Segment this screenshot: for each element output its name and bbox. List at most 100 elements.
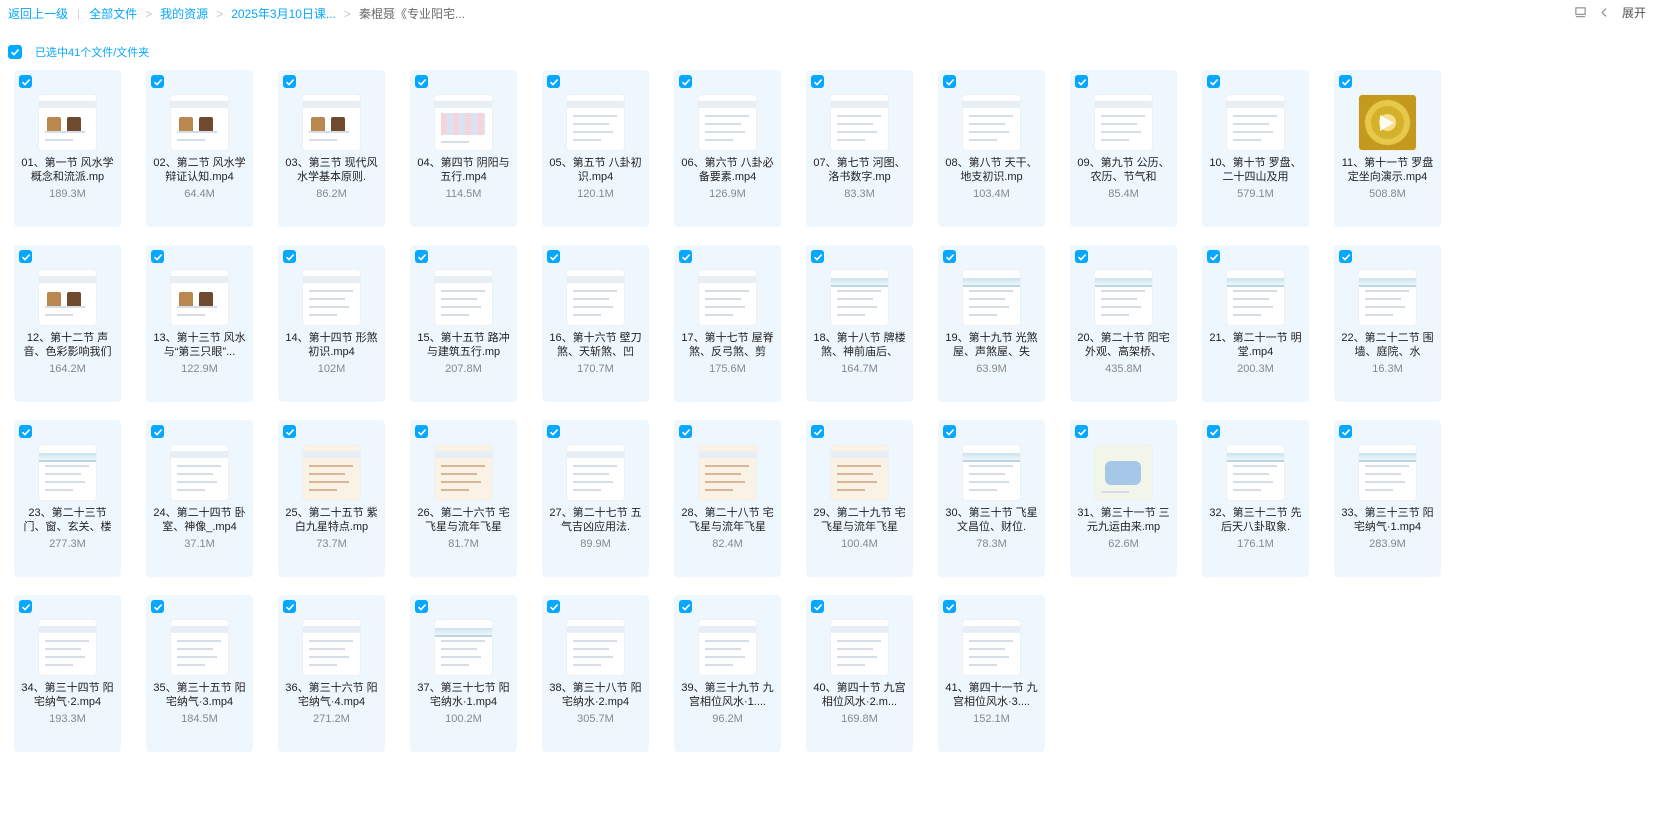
file-card[interactable]: 37、第三十七节 阳宅纳水·1.mp4 100.2M (410, 595, 517, 752)
file-card[interactable]: 31、第三十一节 三元九运由来.mp 62.6M (1070, 420, 1177, 577)
video-thumbnail (1359, 270, 1416, 325)
file-card[interactable]: 09、第九节 公历、农历、节气和 85.4M (1070, 70, 1177, 227)
file-card[interactable]: 32、第三十二节 先后天八卦取象. 176.1M (1202, 420, 1309, 577)
file-card[interactable]: 29、第二十九节 宅飞星与流年飞星 100.4M (806, 420, 913, 577)
file-checkbox[interactable] (811, 75, 824, 88)
file-checkbox[interactable] (547, 75, 560, 88)
file-size: 86.2M (316, 188, 347, 200)
video-thumbnail (963, 620, 1020, 675)
file-card[interactable]: 33、第三十三节 阳宅纳气·1.mp4 283.9M (1334, 420, 1441, 577)
file-card[interactable]: 39、第三十九节 九宫相位风水·1.... 96.2M (674, 595, 781, 752)
file-name: 02、第二节 风水学辩证认知.mp4 (153, 157, 246, 183)
file-checkbox[interactable] (811, 425, 824, 438)
file-card[interactable]: 28、第二十八节 宅飞星与流年飞星 82.4M (674, 420, 781, 577)
file-checkbox[interactable] (943, 250, 956, 263)
file-checkbox[interactable] (415, 600, 428, 613)
file-card[interactable]: 11、第十一节 罗盘定坐向演示.mp4 508.8M (1334, 70, 1441, 227)
file-card[interactable]: 01、第一节 风水学概念和流派.mp 189.3M (14, 70, 121, 227)
file-card[interactable]: 03、第三节 现代风水学基本原则. 86.2M (278, 70, 385, 227)
file-checkbox[interactable] (679, 75, 692, 88)
file-checkbox[interactable] (547, 425, 560, 438)
file-card[interactable]: 35、第三十五节 阳宅纳气·3.mp4 184.5M (146, 595, 253, 752)
file-card[interactable]: 14、第十四节 形煞初识.mp4 102M (278, 245, 385, 402)
file-checkbox[interactable] (547, 250, 560, 263)
file-card[interactable]: 26、第二十六节 宅飞星与流年飞星 81.7M (410, 420, 517, 577)
file-card[interactable]: 04、第四节 阴阳与五行.mp4 114.5M (410, 70, 517, 227)
breadcrumb-item-my-resources[interactable]: 我的资源 (160, 5, 208, 22)
file-checkbox[interactable] (151, 425, 164, 438)
file-card[interactable]: 15、第十五节 路冲与建筑五行.mp 207.8M (410, 245, 517, 402)
breadcrumb-item-all-files[interactable]: 全部文件 (89, 5, 137, 22)
file-checkbox[interactable] (943, 75, 956, 88)
file-checkbox[interactable] (151, 75, 164, 88)
file-card[interactable]: 38、第三十八节 阳宅纳水·2.mp4 305.7M (542, 595, 649, 752)
file-checkbox[interactable] (1339, 250, 1352, 263)
file-checkbox[interactable] (415, 425, 428, 438)
file-card[interactable]: 08、第八节 天干、地支初识.mp 103.4M (938, 70, 1045, 227)
file-checkbox[interactable] (283, 250, 296, 263)
breadcrumb-item-course-folder[interactable]: 2025年3月10日课... (231, 5, 336, 22)
file-card[interactable]: 02、第二节 风水学辩证认知.mp4 64.4M (146, 70, 253, 227)
file-checkbox[interactable] (283, 425, 296, 438)
file-card[interactable]: 13、第十三节 风水与“第三只眼”... 122.9M (146, 245, 253, 402)
file-checkbox[interactable] (415, 250, 428, 263)
file-checkbox[interactable] (1075, 75, 1088, 88)
selection-count: 已选中41个文件/文件夹 (35, 47, 150, 59)
file-checkbox[interactable] (1339, 75, 1352, 88)
file-checkbox[interactable] (1075, 250, 1088, 263)
file-checkbox[interactable] (811, 250, 824, 263)
file-checkbox[interactable] (19, 75, 32, 88)
file-checkbox[interactable] (1207, 425, 1220, 438)
file-checkbox[interactable] (151, 600, 164, 613)
file-size: 305.7M (577, 713, 614, 725)
file-checkbox[interactable] (943, 600, 956, 613)
file-checkbox[interactable] (19, 600, 32, 613)
file-card[interactable]: 25、第二十五节 紫白九星特点.mp 73.7M (278, 420, 385, 577)
file-checkbox[interactable] (1207, 75, 1220, 88)
file-card[interactable]: 12、第十二节 声音、色彩影响我们 164.2M (14, 245, 121, 402)
file-card[interactable]: 05、第五节 八卦初识.mp4 120.1M (542, 70, 649, 227)
file-card[interactable]: 41、第四十一节 九宫相位风水·3.... 152.1M (938, 595, 1045, 752)
file-checkbox[interactable] (679, 600, 692, 613)
file-card[interactable]: 19、第十九节 光煞屋、声煞屋、失 63.9M (938, 245, 1045, 402)
file-checkbox[interactable] (283, 600, 296, 613)
file-checkbox[interactable] (283, 75, 296, 88)
file-size: 100.2M (445, 713, 482, 725)
video-thumbnail (699, 270, 756, 325)
file-card[interactable]: 24、第二十四节 卧室、神像_.mp4 37.1M (146, 420, 253, 577)
file-card[interactable]: 30、第三十节 飞星文昌位、财位. 78.3M (938, 420, 1045, 577)
back-link[interactable]: 返回上一级 (8, 5, 68, 22)
file-card[interactable]: 21、第二十一节 明堂.mp4 200.3M (1202, 245, 1309, 402)
file-card[interactable]: 10、第十节 罗盘、二十四山及用 579.1M (1202, 70, 1309, 227)
file-card[interactable]: 27、第二十七节 五气吉凶应用法. 89.9M (542, 420, 649, 577)
file-checkbox[interactable] (679, 250, 692, 263)
select-all-checkbox[interactable] (8, 45, 22, 59)
file-checkbox[interactable] (1075, 425, 1088, 438)
file-card[interactable]: 17、第十七节 屋脊煞、反弓煞、剪 175.6M (674, 245, 781, 402)
file-checkbox[interactable] (1339, 425, 1352, 438)
list-view-icon[interactable] (1574, 6, 1588, 20)
file-card[interactable]: 36、第三十六节 阳宅纳气·4.mp4 271.2M (278, 595, 385, 752)
file-checkbox[interactable] (415, 75, 428, 88)
file-card[interactable]: 07、第七节 河图、洛书数字.mp 83.3M (806, 70, 913, 227)
file-checkbox[interactable] (679, 425, 692, 438)
file-size: 164.2M (49, 363, 86, 375)
file-card[interactable]: 18、第十八节 牌楼煞、神前庙后、 164.7M (806, 245, 913, 402)
file-card[interactable]: 23、第二十三节 门、窗、玄关、楼 277.3M (14, 420, 121, 577)
file-checkbox[interactable] (151, 250, 164, 263)
file-card[interactable]: 22、第二十二节 围墙、庭院、水 16.3M (1334, 245, 1441, 402)
file-checkbox[interactable] (943, 425, 956, 438)
file-checkbox[interactable] (811, 600, 824, 613)
file-card[interactable]: 16、第十六节 壁刀煞、天斩煞、凹 170.7M (542, 245, 649, 402)
file-checkbox[interactable] (19, 250, 32, 263)
file-card[interactable]: 06、第六节 八卦必备要素.mp4 126.9M (674, 70, 781, 227)
file-checkbox[interactable] (547, 600, 560, 613)
file-name: 01、第一节 风水学概念和流派.mp (21, 157, 114, 183)
expand-label: 展开 (1621, 6, 1646, 20)
file-card[interactable]: 34、第三十四节 阳宅纳气·2.mp4 193.3M (14, 595, 121, 752)
file-card[interactable]: 20、第二十节 阳宅外观、高架桥、 435.8M (1070, 245, 1177, 402)
expand-button[interactable]: 展开 (1598, 4, 1646, 21)
file-checkbox[interactable] (19, 425, 32, 438)
file-card[interactable]: 40、第四十节 九宫相位风水·2.m... 169.8M (806, 595, 913, 752)
file-checkbox[interactable] (1207, 250, 1220, 263)
